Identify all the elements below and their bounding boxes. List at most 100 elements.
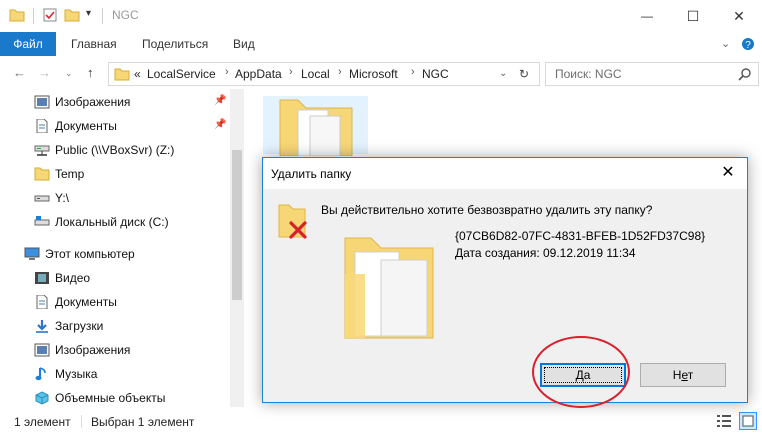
nav-item-pictures-pinned[interactable]: Изображения 📌 — [0, 91, 230, 113]
nav-item-label: Y:\ — [55, 191, 70, 205]
navigation-pane: Изображения 📌 Документы 📌 Public (\\VBox… — [0, 89, 244, 407]
tab-share[interactable]: Поделиться — [142, 32, 208, 56]
nav-item-local-disk-c[interactable]: Локальный диск (C:) — [0, 211, 230, 233]
dialog-title-bar: Удалить папку ✕ — [263, 158, 747, 189]
nav-item-label: Этот компьютер — [45, 247, 135, 261]
nav-item-3d-objects[interactable]: Объемные объекты — [0, 387, 230, 409]
nav-item-documents-pinned[interactable]: Документы 📌 — [0, 115, 230, 137]
pictures-icon — [34, 95, 50, 109]
breadcrumb-item[interactable]: Local — [301, 67, 330, 81]
minimize-button[interactable]: — — [624, 0, 670, 32]
nav-item-label: Public (\\VBoxSvr) (Z:) — [55, 143, 175, 157]
nav-item-downloads[interactable]: Загрузки — [0, 315, 230, 337]
delete-folder-icon — [278, 204, 307, 239]
pictures-icon — [34, 343, 50, 357]
nav-item-label: Объемные объекты — [55, 391, 166, 405]
dialog-title: Удалить папку — [271, 167, 352, 181]
no-button[interactable]: Нет — [640, 363, 726, 387]
pin-icon[interactable]: 📌 — [214, 95, 226, 106]
nav-item-label: Локальный диск (C:) — [55, 215, 169, 229]
search-input[interactable]: Поиск: NGC — [545, 62, 759, 86]
breadcrumb-item[interactable]: NGC — [422, 67, 449, 81]
nav-item-label: Музыка — [55, 367, 98, 381]
recent-locations-icon[interactable]: ⌄ — [65, 68, 73, 79]
status-separator — [81, 415, 82, 428]
details-view-icon[interactable] — [716, 413, 732, 429]
maximize-icon: ☐ — [686, 7, 700, 24]
video-icon — [35, 272, 49, 284]
breadcrumb-separator-icon[interactable]: › — [338, 66, 342, 78]
breadcrumb-item[interactable]: LocalService — [147, 67, 216, 81]
nav-item-pictures[interactable]: Изображения — [0, 339, 230, 361]
nav-item-label: Документы — [55, 295, 117, 309]
breadcrumb-separator-icon[interactable]: › — [225, 66, 229, 78]
breadcrumb-overflow[interactable]: « — [134, 67, 141, 81]
no-label-end: т — [687, 368, 694, 382]
nav-item-music[interactable]: Музыка — [0, 363, 230, 385]
folder-icon — [34, 167, 50, 181]
annotation-circle — [532, 336, 630, 408]
3d-objects-icon — [35, 391, 49, 405]
back-arrow-icon[interactable]: ← — [13, 65, 26, 80]
drive-icon — [34, 195, 50, 202]
network-drive-icon — [34, 145, 50, 156]
local-disk-icon — [34, 216, 50, 226]
nav-item-network-drive[interactable]: Public (\\VBoxSvr) (Z:) — [0, 139, 230, 161]
maximize-button[interactable]: ☐ — [670, 0, 716, 32]
search-icon[interactable] — [738, 67, 752, 81]
search-placeholder: Поиск: NGC — [555, 67, 622, 81]
tab-home[interactable]: Главная — [71, 32, 117, 56]
tab-view[interactable]: Вид — [233, 32, 255, 56]
dialog-question: Вы действительно хотите безвозвратно уда… — [321, 203, 653, 217]
pin-icon[interactable]: 📌 — [214, 119, 226, 130]
refresh-icon[interactable]: ↻ — [519, 67, 529, 81]
tab-file[interactable]: Файл — [0, 32, 56, 56]
documents-icon — [36, 295, 48, 309]
breadcrumb-item[interactable]: Microsoft — [349, 67, 398, 81]
nav-item-label: Видео — [55, 271, 91, 285]
close-button[interactable]: ✕ — [716, 0, 762, 32]
folder-icon — [114, 68, 130, 81]
address-dropdown-icon[interactable]: ⌄ — [499, 68, 507, 79]
ribbon-tabs: Файл Главная Поделиться Вид ⌄ ? — [0, 32, 762, 57]
breadcrumb-item[interactable]: AppData — [235, 67, 282, 81]
item-count: 1 элемент — [14, 415, 71, 429]
help-icon[interactable]: ? — [741, 37, 755, 51]
nav-item-label: Загрузки — [55, 319, 104, 333]
nav-item-this-pc[interactable]: Этот компьютер — [0, 243, 230, 265]
nav-item-label: Temp — [55, 167, 85, 181]
close-icon: ✕ — [721, 164, 735, 181]
forward-arrow-icon[interactable]: → — [38, 65, 51, 80]
nav-item-label: Изображения — [55, 343, 131, 357]
documents-icon — [36, 119, 48, 133]
new-folder-icon[interactable] — [64, 7, 80, 23]
dialog-close-button[interactable]: ✕ — [715, 162, 741, 184]
delete-folder-dialog: Удалить папку ✕ Вы действительно хотите … — [262, 157, 748, 403]
address-bar[interactable]: « LocalService › AppData › Local › Micro… — [108, 62, 540, 86]
window-title: NGC — [112, 8, 139, 22]
ribbon-expand-icon[interactable]: ⌄ — [721, 32, 730, 56]
nav-item-drive-y[interactable]: Y:\ — [0, 187, 230, 209]
folder-created-date: Дата создания: 09.12.2019 11:34 — [455, 246, 636, 260]
nav-pane-scrollbar-thumb[interactable] — [232, 150, 242, 300]
title-bar: ▾ NGC — ☐ ✕ — [0, 0, 762, 32]
quick-access-dropdown-icon[interactable]: ▾ — [86, 8, 91, 19]
downloads-icon — [36, 320, 48, 333]
nav-item-video[interactable]: Видео — [0, 267, 230, 289]
breadcrumb-separator-icon[interactable]: › — [289, 66, 293, 78]
toolbar-separator — [102, 8, 103, 24]
properties-icon[interactable] — [42, 7, 58, 23]
folder-name: {07CB6D82-07FC-4831-BFEB-1D52FD37C98} — [455, 229, 706, 243]
computer-icon — [24, 247, 40, 260]
selection-count: Выбран 1 элемент — [91, 415, 195, 429]
nav-item-documents[interactable]: Документы — [0, 291, 230, 313]
large-icons-view-icon[interactable] — [739, 412, 757, 430]
nav-item-label: Изображения — [55, 95, 131, 109]
breadcrumb-separator-icon[interactable]: › — [411, 66, 415, 78]
close-icon: ✕ — [733, 7, 745, 24]
nav-item-temp[interactable]: Temp — [0, 163, 230, 185]
folder-large-icon[interactable] — [276, 98, 356, 156]
nav-item-label: Документы — [55, 119, 117, 133]
status-bar: 1 элемент Выбран 1 элемент — [0, 409, 762, 433]
up-arrow-icon[interactable]: ↑ — [87, 65, 94, 80]
